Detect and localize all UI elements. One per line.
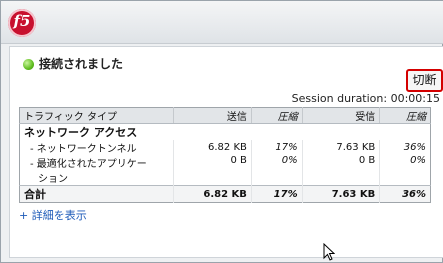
tunnel-sent: 6.82 KB — [173, 140, 252, 155]
optimized-received: 0 B — [301, 155, 380, 186]
table-row: - ネットワークトンネル 6.82 KB 17% 7.63 KB 36% — [20, 140, 431, 155]
table-header-row: トラフィック タイプ 送信 圧縮 受信 圧縮 — [19, 107, 431, 124]
optimized-apps-label-line2: ション — [38, 174, 68, 185]
total-sent: 6.82 KB — [173, 185, 252, 203]
optimized-sent: 0 B — [173, 155, 252, 186]
show-details-link[interactable]: + 詳細を表示 — [19, 207, 87, 223]
f5-logo: f5 — [8, 9, 36, 37]
status-text: 接続されました — [39, 57, 124, 71]
tunnel-received-compression: 36% — [379, 140, 431, 155]
total-received-compression: 36% — [379, 185, 431, 203]
table-row: - 最適化されたアプリケー ション 0 B 0% 0 B 0% — [20, 155, 431, 186]
header-bar: f5 — [1, 1, 443, 44]
network-access-label: ネットワーク アクセス — [24, 126, 138, 139]
total-sent-compression: 17% — [250, 185, 303, 203]
total-received: 7.63 KB — [301, 185, 380, 203]
disconnect-button[interactable]: 切断 — [406, 69, 443, 92]
table-row: ネットワーク アクセス — [20, 124, 431, 141]
logo-text: f5 — [13, 12, 31, 30]
total-label: 合計 — [19, 185, 174, 203]
tunnel-sent-compression: 17% — [250, 140, 303, 155]
col-header-received: 受信 — [301, 107, 380, 124]
status-connected-icon — [23, 59, 34, 70]
col-header-sent: 送信 — [173, 107, 252, 124]
col-header-type: トラフィック タイプ — [19, 107, 174, 124]
session-duration: Session duration: 00:00:15 — [291, 92, 440, 105]
vpn-status-window: f5 接続されました 切断 Session duration: 00:00:15… — [0, 0, 443, 263]
col-header-received-compression: 圧縮 — [379, 107, 431, 124]
optimized-apps-label: - 最適化されたアプリケー ション — [20, 155, 174, 186]
col-header-sent-compression: 圧縮 — [250, 107, 303, 124]
table-row-total: 合計 6.82 KB 17% 7.63 KB 36% — [19, 185, 431, 203]
optimized-received-compression: 0% — [379, 155, 431, 186]
tunnel-label: - ネットワークトンネル — [30, 144, 137, 155]
traffic-table: トラフィック タイプ 送信 圧縮 受信 圧縮 ネットワーク アクセス - ネット… — [19, 107, 431, 203]
mouse-pointer-icon — [323, 243, 335, 261]
optimized-apps-label-line1: - 最適化されたアプリケー — [30, 159, 147, 170]
optimized-sent-compression: 0% — [250, 155, 303, 186]
tunnel-received: 7.63 KB — [301, 140, 380, 155]
